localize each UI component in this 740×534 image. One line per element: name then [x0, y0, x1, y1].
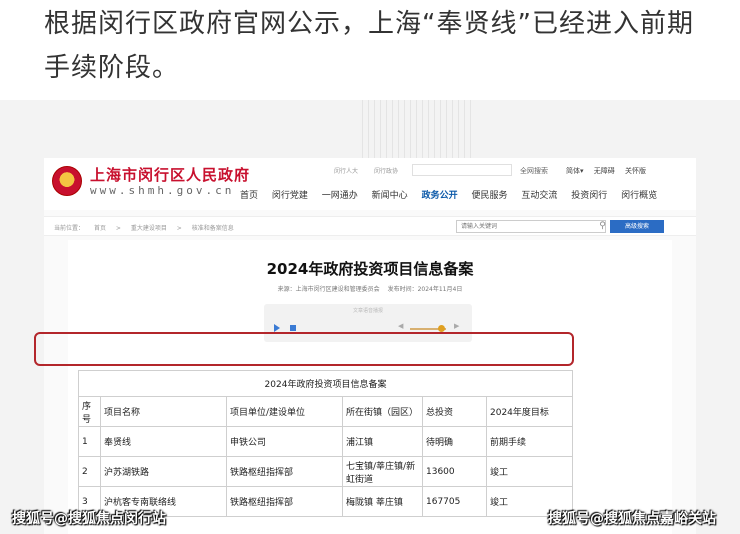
- lang-care[interactable]: 关怀版: [625, 167, 646, 175]
- lang-simplified[interactable]: 简体▾: [566, 167, 584, 175]
- table-cell: 13600: [422, 456, 487, 487]
- table-caption-row: 2024年政府投资项目信息备案: [78, 370, 573, 397]
- table-cell: 竣工: [486, 456, 573, 487]
- stop-icon[interactable]: [290, 325, 296, 331]
- player-label: 文章语音播报: [352, 308, 383, 314]
- table-cell: 铁路枢纽指挥部: [226, 456, 343, 487]
- header-cell: 项目单位/建设单位: [226, 396, 343, 427]
- volume-slider-handle[interactable]: [438, 325, 445, 332]
- full-search-link[interactable]: 全网搜索: [520, 166, 548, 176]
- nav-interaction[interactable]: 互动交流: [521, 191, 557, 201]
- table-cell: 七宝镇/莘庄镇/新虹街道: [342, 456, 423, 487]
- breadcrumb-sep: >: [115, 225, 121, 232]
- table-cell: 待明确: [422, 426, 487, 457]
- headline-line-2: 手续阶段。: [44, 53, 180, 83]
- nav-invest[interactable]: 投资闵行: [571, 191, 607, 201]
- table-row: 2 沪苏湖铁路 铁路枢纽指挥部 七宝镇/莘庄镇/新虹街道 13600 竣工: [78, 456, 573, 487]
- highlight-annotation-box: [34, 332, 574, 366]
- nav-services[interactable]: 一网通办: [322, 191, 358, 201]
- decorative-stripes: [362, 100, 472, 160]
- header-cell: 总投资: [422, 396, 487, 427]
- headline-line-1: 根据闵行区政府官网公示，上海“奉贤线”已经进入前期: [44, 9, 694, 39]
- header-cell: 所在街镇（园区）: [342, 396, 423, 427]
- search-icon[interactable]: ⚲: [596, 220, 609, 233]
- breadcrumb-prefix: 当前位置：: [54, 225, 85, 232]
- table-cell: 梅陇镇 莘庄镇: [342, 486, 423, 517]
- nav-news[interactable]: 新闻中心: [372, 191, 408, 201]
- breadcrumb-sep: >: [176, 225, 182, 232]
- header-cell: 序号: [78, 396, 101, 427]
- nav-public-services[interactable]: 便民服务: [471, 191, 507, 201]
- website-screenshot: 上海市闵行区人民政府 www.shmh.gov.cn 闵行人大 闵行政协 全网搜…: [0, 100, 740, 534]
- table-cell: 沪苏湖铁路: [100, 456, 227, 487]
- table-cell: 1: [78, 426, 101, 457]
- advanced-search-button[interactable]: 高级搜索: [610, 220, 664, 233]
- article-headline: 根据闵行区政府官网公示，上海“奉贤线”已经进入前期 手续阶段。: [44, 2, 724, 90]
- table-caption: 2024年政府投资项目信息备案: [78, 370, 573, 397]
- lang-accessible[interactable]: 无障碍: [594, 167, 615, 175]
- table-cell: 浦江镇: [342, 426, 423, 457]
- volume-low-icon: ◀: [398, 322, 404, 330]
- main-nav: 首页 闵行党建 一网通办 新闻中心 政务公开 便民服务 互动交流 投资闵行 闵行…: [240, 188, 668, 201]
- play-icon[interactable]: [274, 324, 280, 332]
- nav-home[interactable]: 首页: [240, 191, 258, 201]
- breadcrumb-bar: 当前位置： 首页 > 重大建设项目 > 核准和备案信息 ⚲ 高级搜索: [44, 216, 696, 236]
- national-emblem-icon: [52, 166, 82, 196]
- site-name[interactable]: 上海市闵行区人民政府: [90, 164, 250, 185]
- table-cell: 申铁公司: [226, 426, 343, 457]
- language-options: 简体▾ 无障碍 关怀版: [566, 166, 654, 176]
- table-cell: 奉贤线: [100, 426, 227, 457]
- table-header-row: 序号 项目名称 项目单位/建设单位 所在街镇（园区） 总投资 2024年度目标: [78, 396, 573, 427]
- keyword-search-input[interactable]: [456, 220, 606, 233]
- nav-party[interactable]: 闵行党建: [272, 191, 308, 201]
- watermark-right: 搜狐号@搜狐焦点嘉峪关站: [548, 511, 716, 527]
- nav-gov-affairs[interactable]: 政务公开: [422, 191, 458, 201]
- site-url: www.shmh.gov.cn: [90, 184, 235, 197]
- top-links: 闵行人大 闵行政协: [334, 166, 412, 175]
- document-source: 来源：上海市闵行区建设和管理委员会: [277, 286, 380, 293]
- header-cell: 项目名称: [100, 396, 227, 427]
- site-header: 上海市闵行区人民政府 www.shmh.gov.cn 闵行人大 闵行政协 全网搜…: [44, 158, 696, 210]
- volume-high-icon: ▶: [454, 322, 460, 330]
- top-search-input[interactable]: [412, 164, 512, 176]
- breadcrumb-projects[interactable]: 重大建设项目: [131, 225, 167, 232]
- document-title: 2024年政府投资项目信息备案: [266, 260, 474, 278]
- table-row: 1 奉贤线 申铁公司 浦江镇 待明确 前期手续: [78, 426, 573, 457]
- table-cell: 铁路枢纽指挥部: [226, 486, 343, 517]
- article-content: 2024年政府投资项目信息备案 来源：上海市闵行区建设和管理委员会 发布时间：2…: [68, 240, 672, 534]
- document-date: 发布时间：2024年11月4日: [387, 286, 463, 293]
- breadcrumb-home[interactable]: 首页: [94, 225, 106, 232]
- top-link-cppcc[interactable]: 闵行政协: [374, 168, 398, 175]
- watermark-left: 搜狐号@搜狐焦点闵行站: [12, 511, 166, 527]
- top-link-npc[interactable]: 闵行人大: [334, 168, 358, 175]
- document-meta: 来源：上海市闵行区建设和管理委员会 发布时间：2024年11月4日: [68, 284, 672, 293]
- table-cell: 2: [78, 456, 101, 487]
- project-table: 2024年政府投资项目信息备案 序号 项目名称 项目单位/建设单位 所在街镇（园…: [78, 370, 573, 517]
- header-cell: 2024年度目标: [486, 396, 573, 427]
- breadcrumb: 当前位置： 首页 > 重大建设项目 > 核准和备案信息: [54, 223, 242, 232]
- table-cell: 前期手续: [486, 426, 573, 457]
- breadcrumb-approval[interactable]: 核准和备案信息: [192, 225, 234, 232]
- nav-overview[interactable]: 闵行概览: [621, 191, 657, 201]
- table-cell: 167705: [422, 486, 487, 517]
